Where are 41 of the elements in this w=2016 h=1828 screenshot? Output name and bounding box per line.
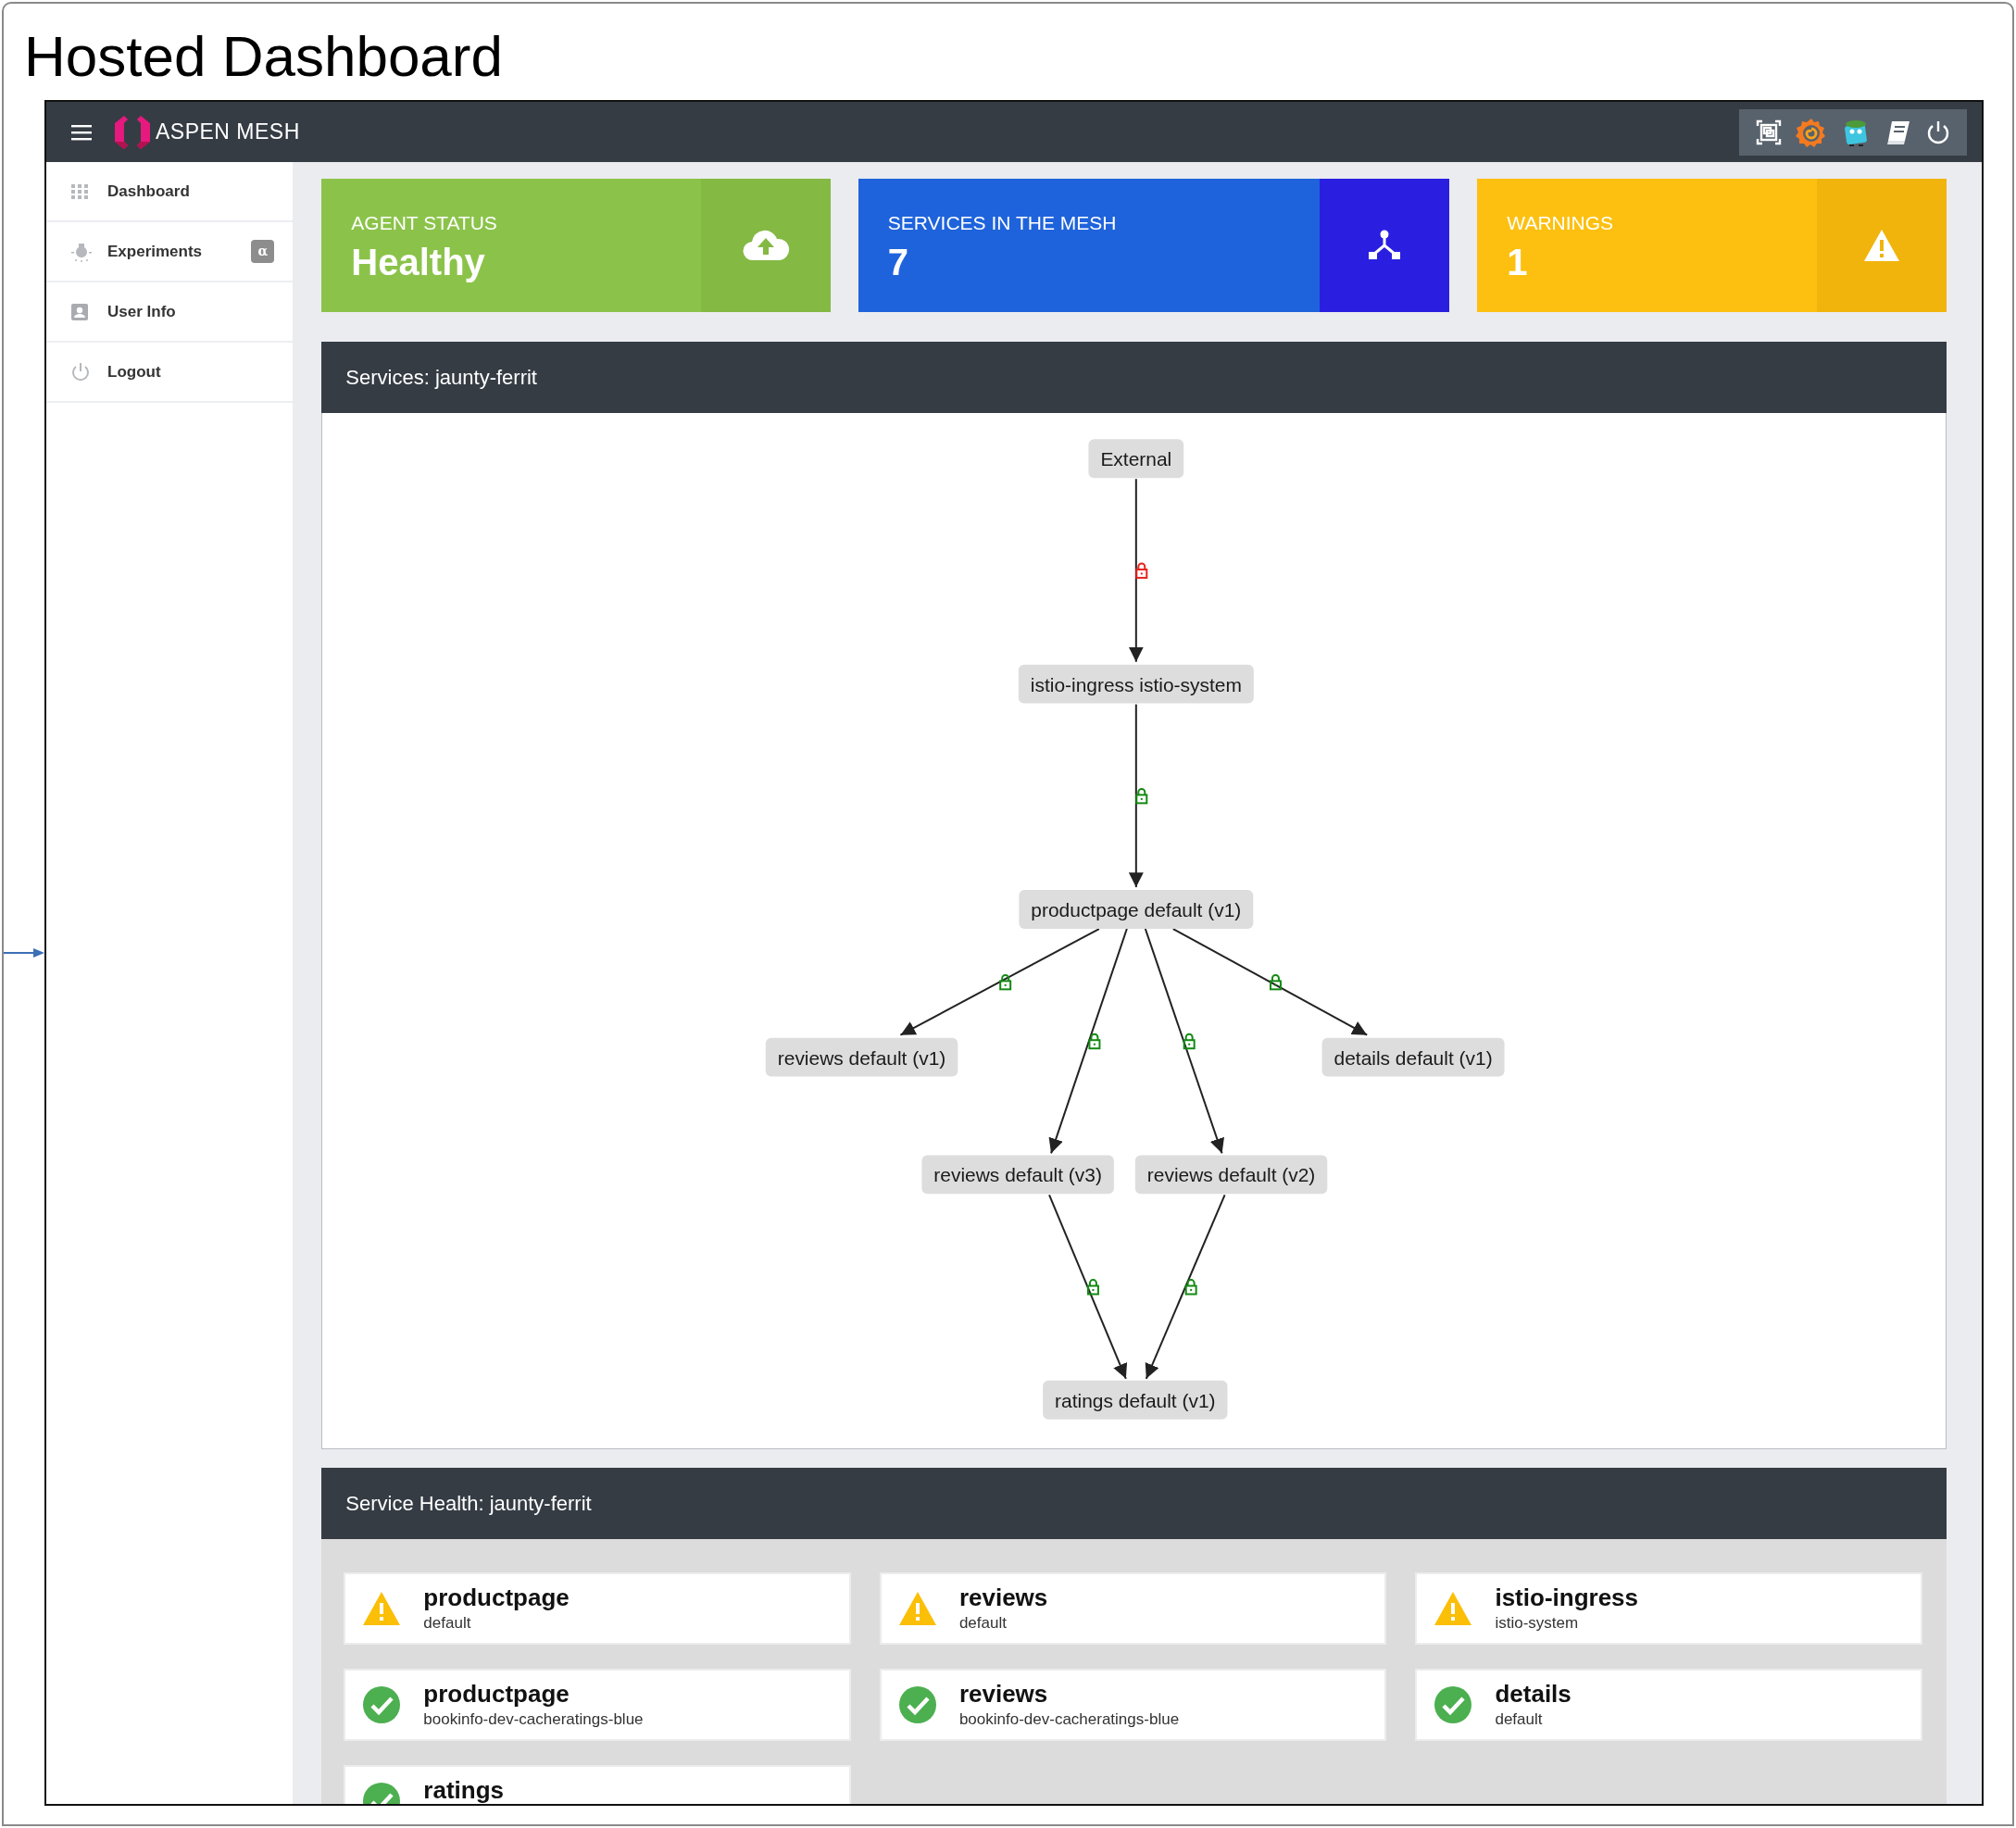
- cloud-upload-icon: [741, 229, 790, 262]
- logo-icon: [113, 113, 152, 151]
- stat-value: Healthy: [351, 241, 486, 282]
- arrow-icon: [4, 947, 44, 958]
- service-namespace: bookinfo-dev-cacheratings-blue: [423, 1709, 644, 1730]
- service-name: istio-ingress: [1495, 1584, 1639, 1611]
- service-node[interactable]: ratings default (v1): [1043, 1380, 1228, 1420]
- service-namespace: istio-system: [1495, 1612, 1580, 1634]
- service-namespace: default: [423, 1612, 472, 1634]
- service-node[interactable]: details default (v1): [1321, 1037, 1505, 1077]
- service-name: productpage: [423, 1681, 570, 1708]
- service-name: productpage: [423, 1584, 570, 1611]
- stat-label: SERVICES IN THE MESH: [887, 211, 1118, 236]
- page-title: Hosted Dashboard: [23, 23, 504, 90]
- service-name: details: [1495, 1681, 1571, 1708]
- power-icon: [70, 361, 91, 382]
- service-node[interactable]: istio-ingress istio-system: [1019, 664, 1255, 704]
- brand-name: ASPEN MESH: [156, 119, 300, 146]
- user-card-icon: [70, 302, 89, 321]
- service-namespace: default: [958, 1612, 1008, 1634]
- warning-icon: [1863, 229, 1900, 262]
- stat-label: AGENT STATUS: [351, 211, 498, 236]
- stat-value: 1: [1507, 241, 1529, 282]
- service-node[interactable]: reviews default (v3): [921, 1155, 1115, 1195]
- service-namespace: default: [1495, 1709, 1544, 1730]
- service-name: reviews: [958, 1681, 1049, 1708]
- alpha-tag: α: [251, 240, 275, 263]
- service-name: reviews: [958, 1584, 1048, 1611]
- stat-label: WARNINGS: [1507, 211, 1615, 236]
- network-icon: [1368, 229, 1402, 262]
- panel-header: Service Health: jaunty-ferrit: [321, 1468, 1947, 1539]
- service-node[interactable]: External: [1088, 439, 1184, 479]
- service-node[interactable]: productpage default (v1): [1019, 890, 1254, 929]
- grid-icon: [70, 182, 89, 201]
- sidebar-item[interactable]: Experiments α: [46, 222, 294, 282]
- panel-header: Services: jaunty-ferrit: [321, 342, 1947, 413]
- service-node[interactable]: reviews default (v1): [766, 1037, 958, 1077]
- stat-value: 7: [887, 241, 910, 282]
- service-name: ratings: [423, 1777, 505, 1804]
- service-node[interactable]: reviews default (v2): [1135, 1155, 1328, 1195]
- service-namespace: bookinfo-dev-cacheratings-blue: [958, 1709, 1180, 1730]
